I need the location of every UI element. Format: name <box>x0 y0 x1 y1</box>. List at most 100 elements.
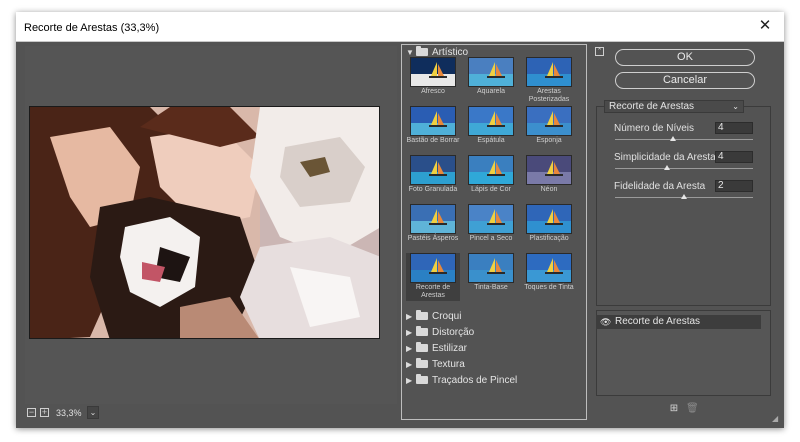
delete-effect-layer-icon[interactable]: 🗑 <box>686 404 699 414</box>
folder-icon <box>416 358 428 368</box>
filter-thumb[interactable]: Esponja <box>522 106 576 154</box>
levels-slider-track[interactable] <box>615 139 753 140</box>
chevron-down-icon: ⌄ <box>732 102 739 111</box>
effect-layer-row[interactable]: 👁 Recorte de Arestas <box>596 315 761 329</box>
zoom-out-button[interactable]: − <box>27 408 36 417</box>
filter-thumb-image <box>468 155 514 185</box>
filter-thumb-image <box>410 253 456 283</box>
group-tracados[interactable]: ▶ Traçados de Pincel <box>406 374 582 389</box>
filter-thumb-image <box>468 106 514 136</box>
filter-thumb-image <box>526 57 572 87</box>
filter-select[interactable]: Recorte de Arestas ⌄ <box>604 100 744 113</box>
filter-thumb-label: Afresco <box>421 88 445 95</box>
title-bar: Recorte de Arestas (33,3%) ✕ <box>16 12 784 42</box>
filter-thumb-label: Pincel a Seco <box>469 235 513 242</box>
filter-gallery: ▼ Artístico Afresco Aquarela Arestas Poster… <box>401 44 587 420</box>
filter-thumb-label: Toques de Tinta <box>524 284 574 291</box>
filter-thumb-label: Pastéis Ásperos <box>407 235 459 242</box>
preview-artwork <box>30 107 379 338</box>
simplicity-input[interactable]: 4 <box>715 151 753 163</box>
filter-thumb-image <box>468 253 514 283</box>
simplicity-slider-track[interactable] <box>615 168 753 169</box>
filter-thumb[interactable]: Néon <box>522 155 576 203</box>
filter-select-value: Recorte de Arestas <box>609 101 695 112</box>
fidelity-slider-knob[interactable] <box>681 194 687 199</box>
group-label: Croqui <box>432 311 462 322</box>
filter-thumb-image <box>526 204 572 234</box>
filter-thumb-label: Bastão de Borrar <box>406 137 460 144</box>
filter-thumb-label: Aquarela <box>476 88 506 95</box>
group-croqui[interactable]: ▶ Croqui <box>406 310 582 325</box>
preview-image <box>29 106 380 339</box>
filter-thumb-label: Tinta-Base <box>474 284 508 291</box>
filter-thumb[interactable]: Arestas Posterizadas <box>522 57 576 105</box>
filter-thumb-label: Foto Granulada <box>408 186 458 193</box>
filter-thumb-label: Recorte de Arestas <box>415 284 451 299</box>
ok-button[interactable]: OK <box>615 49 755 66</box>
filter-thumb-image <box>410 155 456 185</box>
zoom-in-button[interactable]: + <box>40 408 49 417</box>
filter-thumb[interactable]: Plastificação <box>522 204 576 252</box>
group-label: Estilizar <box>432 343 468 354</box>
collapsed-triangle-icon: ▶ <box>406 360 413 369</box>
eye-icon[interactable]: 👁 <box>600 317 611 328</box>
filter-thumb-image <box>526 253 572 283</box>
zoom-value[interactable]: 33,3% <box>56 406 86 420</box>
param-label-levels: Número de Níveis <box>614 123 695 134</box>
group-label: Textura <box>432 359 465 370</box>
filter-thumb-label: Esponja <box>536 137 562 144</box>
fidelity-input[interactable]: 2 <box>715 180 753 192</box>
filter-thumb-image <box>468 204 514 234</box>
filter-thumb[interactable]: Tinta-Base <box>464 253 518 301</box>
collapse-gallery-icon[interactable]: ⌃ <box>595 47 604 56</box>
collapsed-triangle-icon: ▶ <box>406 344 413 353</box>
filter-thumb-image <box>410 204 456 234</box>
collapsed-triangle-icon: ▶ <box>406 376 413 385</box>
folder-icon <box>416 326 428 336</box>
filter-thumb[interactable]: Pastéis Ásperos <box>406 204 460 252</box>
filter-thumb-label: Lápis de Cor <box>471 186 511 193</box>
simplicity-slider-knob[interactable] <box>664 165 671 170</box>
filter-thumb-label: Arestas Posterizadas <box>528 88 570 103</box>
filter-gallery-dialog: Recorte de Arestas (33,3%) ✕ − + 33,3% ⌄… <box>16 12 784 428</box>
filter-thumb[interactable]: Pincel a Seco <box>464 204 518 252</box>
filter-thumb-image <box>526 155 572 185</box>
effect-layer-name: Recorte de Arestas <box>615 316 701 327</box>
cancel-button[interactable]: Cancelar <box>615 72 755 89</box>
filter-thumb-image <box>410 106 456 136</box>
collapsed-triangle-icon: ▶ <box>406 312 413 321</box>
levels-slider-knob[interactable] <box>669 136 676 141</box>
group-distorcao[interactable]: ▶ Distorção <box>406 326 582 341</box>
folder-icon <box>416 310 428 320</box>
preview-area[interactable] <box>25 46 397 404</box>
filter-thumb[interactable]: Lápis de Cor <box>464 155 518 203</box>
new-effect-layer-icon[interactable]: ⊞ <box>669 404 679 414</box>
param-label-simplicity: Simplicidade da Aresta <box>614 152 716 163</box>
window-title: Recorte de Arestas (33,3%) <box>24 22 160 34</box>
filter-thumb[interactable]: Bastão de Borrar <box>406 106 460 154</box>
group-textura[interactable]: ▶ Textura <box>406 358 582 373</box>
settings-panel <box>596 106 771 306</box>
filter-thumb[interactable]: Foto Granulada <box>406 155 460 203</box>
close-icon[interactable]: ✕ <box>756 17 774 35</box>
filter-thumb[interactable]: Recorte de Arestas <box>406 253 460 301</box>
zoom-dropdown-icon[interactable]: ⌄ <box>87 406 99 419</box>
levels-input[interactable]: 4 <box>715 122 753 134</box>
folder-icon <box>416 46 428 56</box>
folder-icon <box>416 342 428 352</box>
filter-thumb-label: Espátula <box>477 137 505 144</box>
folder-icon <box>416 374 428 384</box>
resize-grip-icon[interactable]: ◢ <box>772 414 778 423</box>
filter-thumb[interactable]: Toques de Tinta <box>522 253 576 301</box>
group-estilizar[interactable]: ▶ Estilizar <box>406 342 582 357</box>
filter-thumb[interactable]: Aquarela <box>464 57 518 105</box>
filter-thumb-image <box>468 57 514 87</box>
filter-thumb-image <box>526 106 572 136</box>
filter-thumb[interactable]: Afresco <box>406 57 460 105</box>
expanded-triangle-icon: ▼ <box>406 48 414 57</box>
group-label: Traçados de Pincel <box>432 375 518 386</box>
collapsed-triangle-icon: ▶ <box>406 328 413 337</box>
filter-thumb-label: Néon <box>540 186 558 193</box>
filter-thumb[interactable]: Espátula <box>464 106 518 154</box>
group-label: Distorção <box>432 327 475 338</box>
